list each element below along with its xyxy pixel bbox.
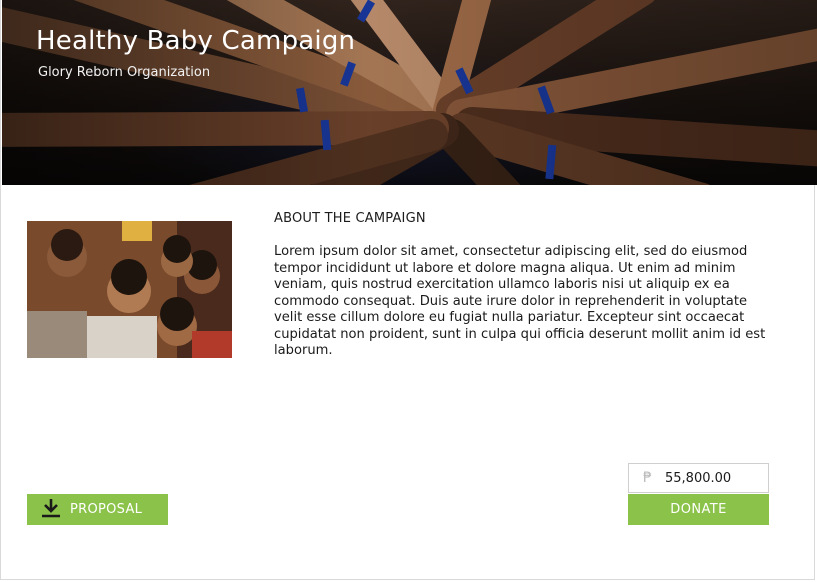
- donation-amount-input[interactable]: [665, 470, 755, 486]
- proposal-button[interactable]: PROPOSAL: [27, 494, 168, 525]
- download-icon: [41, 498, 61, 522]
- organization-name: Glory Reborn Organization: [38, 65, 211, 80]
- children-photo: [27, 221, 232, 358]
- campaign-description: Lorem ipsum dolor sit amet, consectetur …: [274, 244, 766, 358]
- donation-amount-field[interactable]: ₱: [628, 463, 769, 493]
- campaign-photo: [27, 221, 232, 358]
- section-heading: ABOUT THE CAMPAIGN: [274, 211, 426, 226]
- hero-banner: Healthy Baby Campaign Glory Reborn Organ…: [2, 0, 817, 185]
- donate-button[interactable]: DONATE: [628, 494, 769, 525]
- proposal-button-label: PROPOSAL: [70, 502, 143, 517]
- peso-icon: ₱: [643, 470, 652, 486]
- campaign-title: Healthy Baby Campaign: [36, 26, 356, 56]
